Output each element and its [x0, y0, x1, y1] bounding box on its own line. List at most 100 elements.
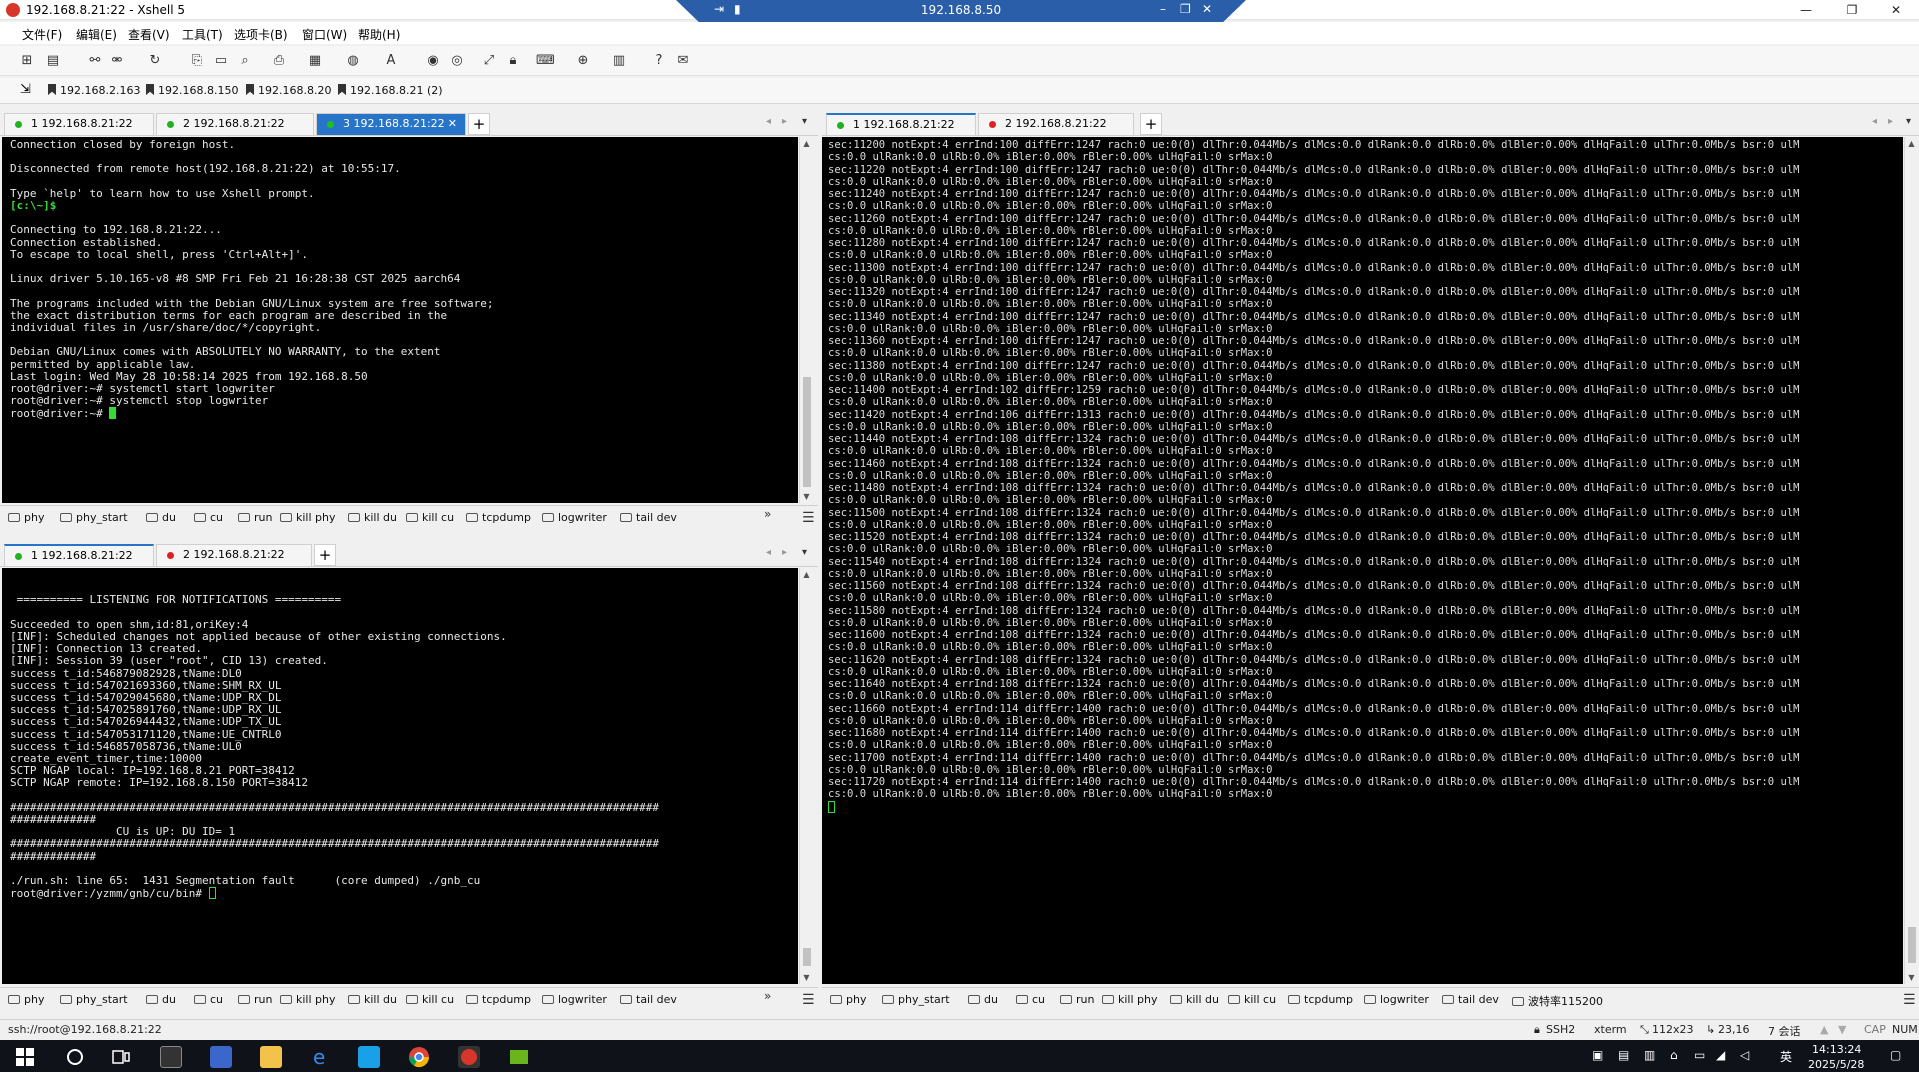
- clock-date[interactable]: 2025/5/28: [1808, 1058, 1864, 1071]
- quick-command-kill-du[interactable]: kill du: [1170, 993, 1219, 1006]
- scroll-up-icon[interactable]: ▲: [800, 139, 813, 148]
- paste-icon[interactable]: ▭: [212, 52, 230, 70]
- find-icon[interactable]: ⌕: [236, 52, 254, 70]
- tab-session-1[interactable]: 1 192.168.8.21:22: [4, 544, 154, 566]
- quick-command-kill-cu[interactable]: kill cu: [406, 511, 454, 524]
- link-192-168-8-150[interactable]: 192.168.8.150: [146, 84, 238, 97]
- tab-list-icon[interactable]: ▾: [1906, 116, 1911, 127]
- close-tab-icon[interactable]: ✕: [448, 114, 457, 134]
- quick-command-phy_start[interactable]: phy_start: [60, 993, 128, 1006]
- tab-session-2[interactable]: 2 192.168.8.21:22: [978, 113, 1134, 135]
- link-192-168-2-163[interactable]: 192.168.2.163: [48, 84, 140, 97]
- session-down-icon[interactable]: ▼: [1838, 1023, 1846, 1036]
- font-icon[interactable]: A: [382, 52, 400, 70]
- new-session-icon[interactable]: ⊞: [18, 52, 36, 70]
- minimize-button[interactable]: —: [1783, 1, 1829, 19]
- more-commands-icon[interactable]: »: [764, 989, 771, 1003]
- tab-next-icon[interactable]: ▸: [1888, 116, 1893, 127]
- quick-command-kill-du[interactable]: kill du: [348, 993, 397, 1006]
- remote-minimize-icon[interactable]: –: [1160, 2, 1166, 16]
- scroll-down-icon[interactable]: ▼: [800, 973, 813, 982]
- tray-remote-icon[interactable]: ▥: [1644, 1048, 1655, 1062]
- menu-help[interactable]: 帮助(H): [358, 26, 400, 43]
- quickbar-menu-icon[interactable]: ☰: [802, 992, 815, 1008]
- menu-tools[interactable]: 工具(T): [182, 26, 223, 43]
- scroll-down-icon[interactable]: ▼: [800, 492, 813, 501]
- quick-command-cu[interactable]: cu: [194, 511, 223, 524]
- close-button[interactable]: ✕: [1873, 1, 1919, 19]
- maximize-button[interactable]: ❐: [1829, 1, 1875, 19]
- quick-command-tcpdump[interactable]: tcpdump: [466, 511, 531, 524]
- connect-icon[interactable]: ⚯: [86, 52, 104, 70]
- file-explorer-icon[interactable]: [260, 1046, 282, 1068]
- notification-icon[interactable]: ▢: [1890, 1048, 1901, 1062]
- xshell-taskbar-icon[interactable]: [458, 1046, 480, 1068]
- remote-desktop-icon[interactable]: [358, 1046, 380, 1068]
- menu-tabs[interactable]: 选项卡(B): [234, 26, 288, 43]
- scroll-thumb[interactable]: [1908, 927, 1916, 963]
- windows-start-icon[interactable]: [16, 1048, 38, 1070]
- new-tab-button[interactable]: +: [314, 544, 336, 566]
- quick-command-kill-phy[interactable]: kill phy: [280, 993, 336, 1006]
- network-app-icon[interactable]: [210, 1046, 232, 1068]
- quick-command-tail-dev[interactable]: tail dev: [620, 511, 677, 524]
- chrome-icon[interactable]: [408, 1046, 430, 1068]
- quick-command-kill-cu[interactable]: kill cu: [1228, 993, 1276, 1006]
- link-192-168-8-21-2[interactable]: 192.168.8.21 (2): [338, 84, 443, 97]
- disconnect-icon[interactable]: ⚮: [108, 52, 126, 70]
- quick-command-cu[interactable]: cu: [1016, 993, 1045, 1006]
- tab-prev-icon[interactable]: ◂: [766, 116, 771, 127]
- quick-command-kill-phy[interactable]: kill phy: [280, 511, 336, 524]
- session-up-icon[interactable]: ▲: [1820, 1023, 1828, 1036]
- tab-session-3[interactable]: 3 192.168.8.21:22 ✕: [316, 113, 466, 135]
- tab-session-2[interactable]: 2 192.168.8.21:22: [156, 544, 312, 566]
- fullscreen-icon[interactable]: ⤢: [480, 52, 498, 70]
- tray-network-icon[interactable]: ◢: [1716, 1048, 1725, 1062]
- quick-command-phy_start[interactable]: phy_start: [882, 993, 950, 1006]
- menu-window[interactable]: 窗口(W): [302, 26, 347, 43]
- tab-prev-icon[interactable]: ◂: [766, 547, 771, 558]
- open-folder-icon[interactable]: ▤: [44, 52, 62, 70]
- quick-command-du[interactable]: du: [146, 993, 176, 1006]
- quick-command-run[interactable]: run: [238, 993, 272, 1006]
- xftp-taskbar-icon[interactable]: [508, 1046, 530, 1068]
- reconnect-icon[interactable]: ↻: [146, 52, 164, 70]
- transfer-icon[interactable]: ◎: [448, 52, 466, 70]
- help-icon[interactable]: ?: [650, 52, 668, 70]
- quick-command-phy[interactable]: phy: [8, 993, 44, 1006]
- quick-command-du[interactable]: du: [146, 511, 176, 524]
- right-scrollbar[interactable]: ▲ ▼: [1904, 137, 1918, 984]
- top-left-terminal[interactable]: Connection closed by foreign host. Disco…: [2, 137, 798, 503]
- tab-next-icon[interactable]: ▸: [782, 547, 787, 558]
- globe-icon[interactable]: ◍: [344, 52, 362, 70]
- layout-icon[interactable]: ▥: [610, 52, 628, 70]
- quickbar-menu-icon[interactable]: ☰: [802, 510, 815, 526]
- more-commands-icon[interactable]: »: [764, 507, 771, 521]
- tab-prev-icon[interactable]: ◂: [1872, 116, 1877, 127]
- tab-session-1[interactable]: 1 192.168.8.21:22: [4, 113, 154, 135]
- quick-command-phy[interactable]: phy: [830, 993, 866, 1006]
- remote-desktop-bar[interactable]: ⇥ ▮ 192.168.8.50 – ❐ ✕: [676, 0, 1246, 22]
- links-icon[interactable]: ⇲: [20, 82, 31, 97]
- remote-restore-icon[interactable]: ❐: [1180, 2, 1191, 16]
- quick-command-logwriter[interactable]: logwriter: [1364, 993, 1429, 1006]
- new-tab-button[interactable]: +: [1140, 113, 1162, 135]
- quick-command-logwriter[interactable]: logwriter: [542, 993, 607, 1006]
- edge-browser-icon[interactable]: e: [310, 1045, 332, 1069]
- tab-list-icon[interactable]: ▾: [802, 116, 807, 127]
- keyboard-icon[interactable]: ⌨: [536, 52, 555, 70]
- scroll-thumb[interactable]: [803, 948, 811, 966]
- top-left-scrollbar[interactable]: ▲ ▼: [799, 137, 813, 503]
- menu-view[interactable]: 查看(V): [128, 26, 170, 43]
- scroll-up-icon[interactable]: ▲: [800, 570, 813, 579]
- remote-close-icon[interactable]: ✕: [1202, 2, 1212, 16]
- tray-app-icon[interactable]: ▣: [1592, 1048, 1603, 1062]
- quickbar-menu-icon[interactable]: ☰: [1903, 992, 1916, 1008]
- tray-battery-icon[interactable]: ▭: [1694, 1048, 1705, 1062]
- tab-session-2[interactable]: 2 192.168.8.21:22: [156, 113, 314, 135]
- chat-icon[interactable]: ✉: [674, 52, 692, 70]
- task-view-icon[interactable]: [110, 1046, 132, 1068]
- print-icon[interactable]: ⎙: [270, 52, 288, 70]
- cmd-app-icon[interactable]: [160, 1046, 182, 1068]
- quick-command-phy_start[interactable]: phy_start: [60, 511, 128, 524]
